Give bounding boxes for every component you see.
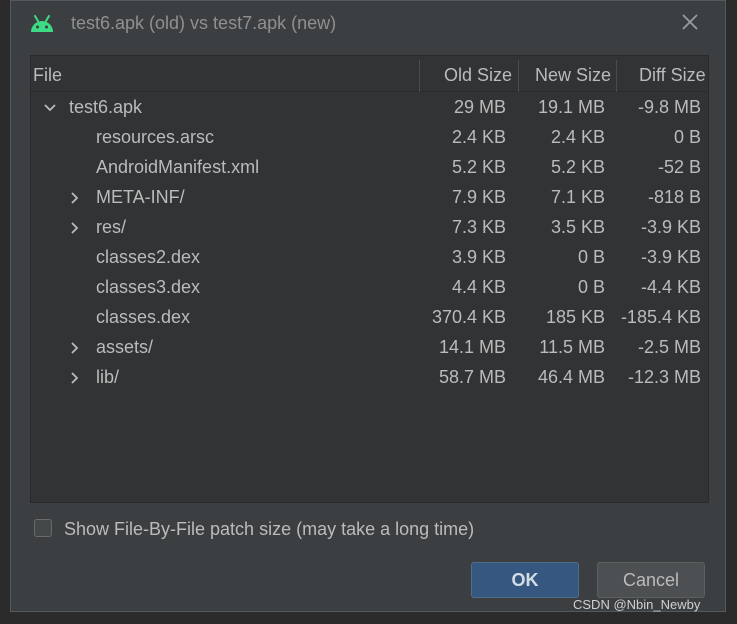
new-size-cell: 3.5 KB: [550, 217, 605, 237]
new-size-cell: 11.5 MB: [539, 337, 605, 357]
table-row[interactable]: res/7.3 KB 3.5 KB -3.9 KB: [31, 213, 708, 243]
new-size-cell: 2.4 KB: [550, 127, 605, 147]
diff-size-cell: -2.5 MB: [637, 337, 701, 357]
chevron-right-icon[interactable]: [68, 371, 82, 385]
dialog-title: test6.apk (old) vs test7.apk (new): [71, 13, 337, 33]
table-row[interactable]: AndroidManifest.xml 5.2 KB 5.2 KB -52 B: [31, 153, 708, 183]
diff-size-cell: -4.4 KB: [640, 277, 701, 297]
old-size-cell: 7.9 KB: [451, 187, 506, 207]
size-comparison-table: File Old Size New Size Diff Size test6.a…: [30, 55, 709, 503]
table-row[interactable]: resources.arsc 2.4 KB 2.4 KB 0 B: [31, 123, 708, 153]
old-size-cell: 7.3 KB: [451, 217, 506, 237]
old-size-cell: 3.9 KB: [451, 247, 506, 267]
old-size-cell: 2.4 KB: [451, 127, 506, 147]
old-size-cell: 14.1 MB: [438, 337, 506, 357]
new-size-cell: 0 B: [577, 247, 605, 267]
file-name: classes2.dex: [96, 247, 201, 267]
column-header-old-size[interactable]: Old Size: [444, 65, 512, 86]
diff-size-cell: 0 B: [673, 127, 701, 147]
file-name: AndroidManifest.xml: [96, 157, 260, 177]
table-row[interactable]: assets/14.1 MB 11.5 MB -2.5 MB: [31, 333, 708, 363]
table-row[interactable]: classes3.dex 4.4 KB 0 B -4.4 KB: [31, 273, 708, 303]
column-header-new-size[interactable]: New Size: [535, 65, 611, 86]
column-header-file[interactable]: File: [33, 65, 62, 86]
android-icon: [31, 15, 53, 32]
file-name: META-INF/: [96, 187, 185, 207]
new-size-cell: 19.1 MB: [537, 97, 605, 117]
file-name: test6.apk: [69, 97, 143, 117]
file-name: resources.arsc: [96, 127, 215, 147]
table-row[interactable]: META-INF/7.9 KB 7.1 KB -818 B: [31, 183, 708, 213]
diff-size-cell: -818 B: [647, 187, 701, 207]
diff-size-cell: -52 B: [657, 157, 701, 177]
apk-compare-dialog: test6.apk (old) vs test7.apk (new) File …: [10, 0, 726, 612]
file-name: classes.dex: [96, 307, 191, 327]
file-by-file-checkbox[interactable]: [34, 519, 52, 537]
table-row[interactable]: classes2.dex 3.9 KB 0 B -3.9 KB: [31, 243, 708, 273]
diff-size-cell: -3.9 KB: [640, 217, 701, 237]
chevron-right-icon[interactable]: [68, 341, 82, 355]
new-size-cell: 7.1 KB: [550, 187, 605, 207]
column-resize-handle[interactable]: [616, 60, 617, 92]
file-name: classes3.dex: [96, 277, 201, 297]
diff-size-cell: -9.8 MB: [637, 97, 701, 117]
old-size-cell: 4.4 KB: [451, 277, 506, 297]
diff-size-cell: -185.4 KB: [620, 307, 701, 327]
cancel-button[interactable]: Cancel: [597, 562, 705, 598]
chevron-right-icon[interactable]: [68, 221, 82, 235]
ok-button[interactable]: OK: [471, 562, 579, 598]
new-size-cell: 5.2 KB: [550, 157, 605, 177]
new-size-cell: 185 KB: [545, 307, 605, 327]
chevron-right-icon[interactable]: [68, 191, 82, 205]
close-icon[interactable]: [681, 13, 699, 31]
diff-size-cell: -3.9 KB: [640, 247, 701, 267]
table-row[interactable]: lib/58.7 MB 46.4 MB -12.3 MB: [31, 363, 708, 393]
file-name: assets/: [96, 337, 154, 357]
new-size-cell: 0 B: [577, 277, 605, 297]
column-header-diff-size[interactable]: Diff Size: [639, 65, 706, 86]
title-bar: test6.apk (old) vs test7.apk (new): [11, 1, 725, 45]
new-size-cell: 46.4 MB: [537, 367, 605, 387]
table-header: File Old Size New Size Diff Size: [31, 56, 708, 92]
file-name: lib/: [96, 367, 120, 387]
table-row[interactable]: classes.dex 370.4 KB 185 KB -185.4 KB: [31, 303, 708, 333]
old-size-cell: 5.2 KB: [451, 157, 506, 177]
column-resize-handle[interactable]: [419, 60, 420, 92]
watermark: CSDN @Nbin_Newby: [573, 597, 701, 612]
chevron-down-icon[interactable]: [43, 101, 57, 115]
diff-size-cell: -12.3 MB: [627, 367, 701, 387]
table-row[interactable]: test6.apk 29 MB 19.1 MB -9.8 MB: [31, 93, 708, 123]
file-by-file-checkbox-label[interactable]: Show File-By-File patch size (may take a…: [64, 519, 474, 540]
old-size-cell: 370.4 KB: [431, 307, 506, 327]
old-size-cell: 58.7 MB: [438, 367, 506, 387]
old-size-cell: 29 MB: [453, 97, 506, 117]
column-resize-handle[interactable]: [518, 60, 519, 92]
file-name: res/: [96, 217, 127, 237]
